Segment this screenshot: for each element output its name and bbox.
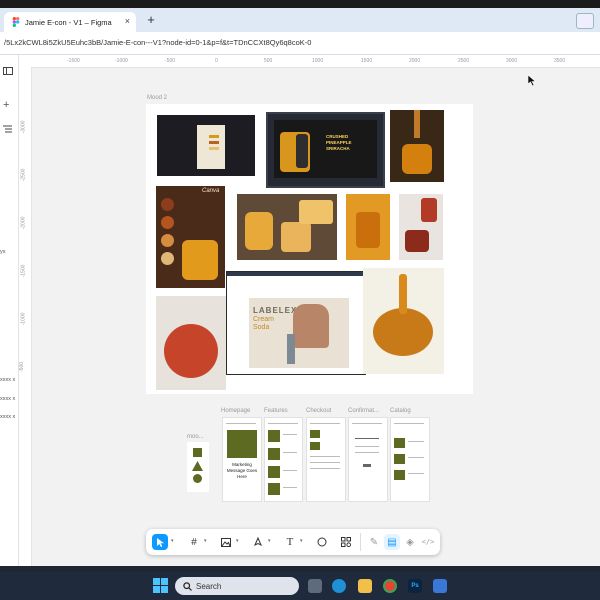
ruler-tick: 3000 xyxy=(506,58,518,64)
figma-icon xyxy=(12,17,20,27)
moodboard-image-honeycomb[interactable] xyxy=(237,194,337,260)
ruler-tick: -1500 xyxy=(20,264,27,278)
app-icon[interactable] xyxy=(433,579,447,593)
triangle-shape xyxy=(192,461,203,471)
task-view-icon[interactable] xyxy=(308,579,322,593)
sidebar-toggle-icon[interactable] xyxy=(3,67,13,75)
panel-fragment: ys xyxy=(0,249,6,255)
moodboard-image-jam-jar[interactable] xyxy=(399,194,443,260)
window-icon[interactable] xyxy=(576,13,594,29)
chevron-down-icon[interactable]: ▾ xyxy=(300,538,303,544)
moodboard-image-honey-dipper[interactable] xyxy=(390,110,444,182)
ruler-tick: -1000 xyxy=(20,312,27,326)
wireframe-confirmation[interactable] xyxy=(348,417,388,502)
moodboard-image-cream-soda-site[interactable]: LABELEX Cream Soda xyxy=(226,271,366,375)
frame-label-mood-small[interactable]: moo... xyxy=(187,434,204,440)
top-ruler: -1500 -1000 -500 0 500 1000 1500 2000 25… xyxy=(19,55,600,68)
ruler-tick: 1000 xyxy=(312,58,324,64)
moodboard-frame[interactable]: CRUSHED PINEAPPLE SRIRACHA Canva LABELEX… xyxy=(146,104,473,394)
homepage-text: Marketing Message Goes Here xyxy=(226,462,258,479)
frame-label-checkout[interactable]: Checkout xyxy=(306,408,331,414)
ruler-tick: -500 xyxy=(19,361,26,373)
layers-panel: + ys xxxx x xxxx x xxxx x xyxy=(0,55,19,566)
list-icon[interactable] xyxy=(3,125,12,133)
tab-title: Jamie E-con - V1 – Figma xyxy=(25,17,112,27)
chevron-down-icon[interactable]: ▾ xyxy=(171,538,174,544)
circle-shape xyxy=(193,474,202,483)
ruler-tick: -2000 xyxy=(20,216,27,230)
panel-fragment: xxxx x xyxy=(0,377,16,383)
dev-mode-icon[interactable]: </> xyxy=(420,534,436,550)
windows-taskbar xyxy=(0,572,600,600)
file-explorer-icon[interactable] xyxy=(358,579,372,593)
ruler-tick: -3000 xyxy=(20,120,27,134)
moodboard-image-canva-honey[interactable]: Canva xyxy=(156,186,225,288)
frame-tool-icon[interactable]: # xyxy=(186,534,202,550)
mouse-cursor-icon xyxy=(528,75,536,86)
browser-tab[interactable]: Jamie E-con - V1 – Figma × xyxy=(4,12,136,32)
soda-sub-text: Cream Soda xyxy=(253,316,275,331)
ruler-tick: 2500 xyxy=(458,58,470,64)
add-page-icon[interactable]: + xyxy=(3,99,9,111)
ruler-tick: -2500 xyxy=(20,168,27,182)
tab-close-icon[interactable]: × xyxy=(125,16,130,26)
image-tool-icon[interactable] xyxy=(218,534,234,550)
left-ruler: -3000 -2500 -2000 -1500 -1000 -500 xyxy=(19,67,32,566)
ruler-tick: 3500 xyxy=(554,58,566,64)
canva-text: Canva xyxy=(202,188,220,194)
chevron-down-icon[interactable]: ▾ xyxy=(268,538,271,544)
ruler-tick: 0 xyxy=(215,58,218,64)
toolbar-divider xyxy=(360,533,361,551)
search-icon xyxy=(183,581,192,591)
ruler-tick: -1000 xyxy=(115,58,128,64)
move-tool-icon[interactable] xyxy=(152,534,168,550)
draw-mode-icon[interactable]: ✎ xyxy=(366,534,382,550)
wireframe-checkout[interactable] xyxy=(306,417,346,502)
pineapple-text: CRUSHED PINEAPPLE SRIRACHA xyxy=(326,134,352,151)
chevron-down-icon[interactable]: ▾ xyxy=(204,538,207,544)
screen-top-strip xyxy=(0,0,600,8)
wireframe-catalog[interactable] xyxy=(390,417,430,502)
frame-label-features[interactable]: Features xyxy=(264,408,288,414)
moodboard-image-dark-app[interactable] xyxy=(157,115,255,176)
url-text[interactable]: /5Lx2kCWL8i5ZkU5Euhc3bB/Jamie-E-con---V1… xyxy=(4,38,311,47)
ruler-tick: 2000 xyxy=(409,58,421,64)
figma-toolbar: ▾ # ▾ ▾ ▾ T ▾ ✎ ▤ ◈ </> xyxy=(146,529,440,555)
new-tab-button[interactable]: + xyxy=(144,12,158,28)
mood-shapes-frame[interactable] xyxy=(187,442,209,492)
design-mode-icon[interactable]: ▤ xyxy=(384,534,400,550)
text-tool-icon[interactable]: T xyxy=(282,534,298,550)
windows-start-icon[interactable] xyxy=(153,578,168,593)
wireframe-features[interactable] xyxy=(264,417,303,502)
frame-label-mood[interactable]: Mood 2 xyxy=(147,95,167,101)
actions-tool-icon[interactable] xyxy=(338,534,354,550)
edge-icon[interactable] xyxy=(332,579,346,593)
comment-tool-icon[interactable] xyxy=(314,534,330,550)
pen-tool-icon[interactable] xyxy=(250,534,266,550)
ruler-tick: 1500 xyxy=(361,58,373,64)
soda-brand-text: LABELEX xyxy=(253,306,298,315)
panel-fragment: xxxx x xyxy=(0,396,16,402)
moodboard-image-sriracha-site[interactable]: CRUSHED PINEAPPLE SRIRACHA xyxy=(266,112,385,188)
wireframe-homepage[interactable]: Marketing Message Goes Here xyxy=(222,417,262,502)
chevron-down-icon[interactable]: ▾ xyxy=(236,538,239,544)
taskbar-search-box[interactable]: Search xyxy=(175,577,299,595)
moodboard-image-sauce-bowl[interactable] xyxy=(156,296,226,390)
prototype-mode-icon[interactable]: ◈ xyxy=(402,534,418,550)
moodboard-image-honey-drizzle[interactable] xyxy=(363,268,444,374)
photoshop-icon[interactable]: Ps xyxy=(408,579,422,593)
frame-label-confirmation[interactable]: Confirmat... xyxy=(348,408,379,414)
moodboard-image-honey-jar[interactable] xyxy=(346,194,390,260)
panel-fragment: xxxx x xyxy=(0,414,16,420)
frame-label-homepage[interactable]: Homepage xyxy=(221,408,250,414)
chrome-icon[interactable] xyxy=(383,579,397,593)
ruler-tick: -1500 xyxy=(67,58,80,64)
search-placeholder: Search xyxy=(196,581,222,591)
frame-label-catalog[interactable]: Catalog xyxy=(390,408,411,414)
square-shape xyxy=(193,448,202,457)
ruler-tick: -500 xyxy=(165,58,176,64)
ruler-tick: 500 xyxy=(264,58,273,64)
